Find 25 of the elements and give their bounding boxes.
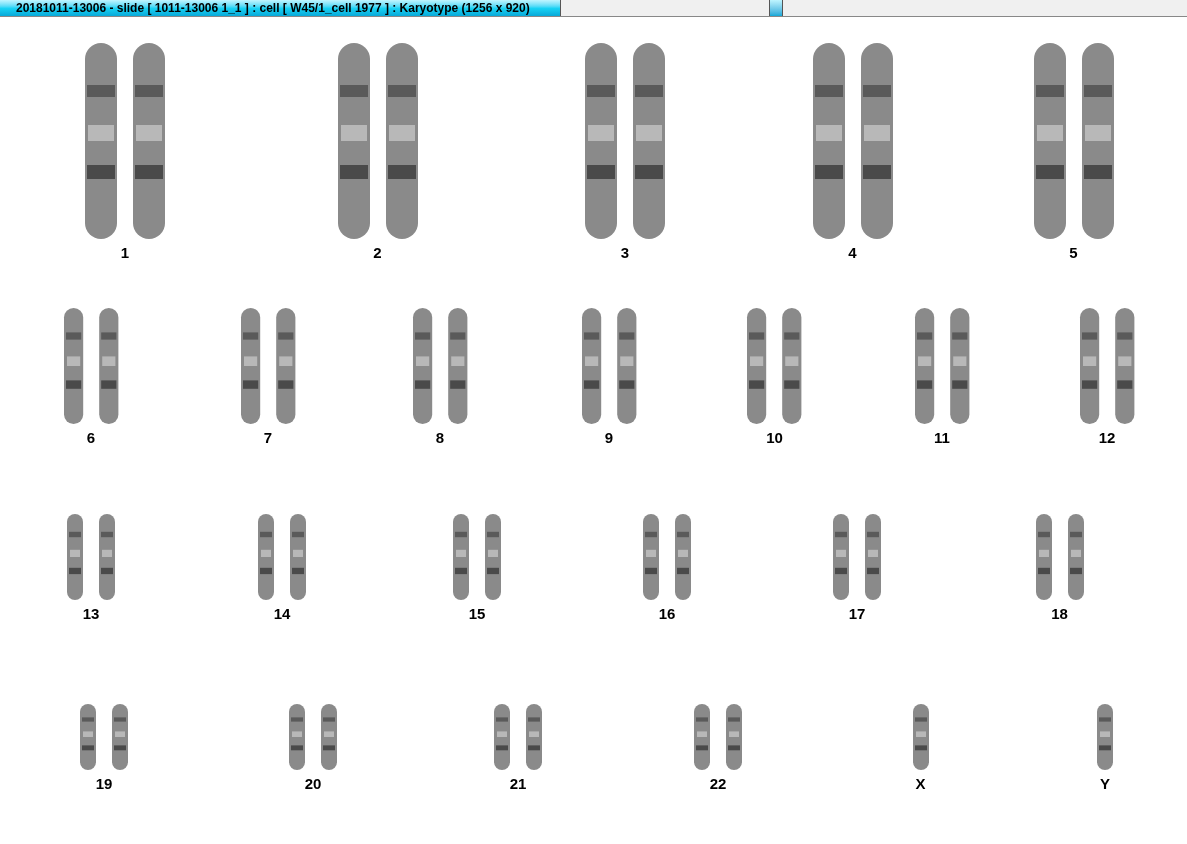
window-title[interactable]: 20181011-13006 - slide [ 1011-13006 1_1 ] : cell [ W45/1_cell 1977 ] : Karyotype (1256 x 920) (0, 0, 561, 16)
chromosome-label: 14 (273, 606, 291, 621)
chromosome-label: 20 (304, 776, 322, 791)
chromosome-label: 22 (709, 776, 727, 791)
chromosome-label: 5 (1069, 245, 1078, 260)
chromosome-label: 21 (509, 776, 527, 791)
chromosome-label: 7 (263, 430, 273, 445)
chromosome-label: Y (1100, 776, 1110, 791)
chromosome-label: 3 (620, 245, 630, 260)
chromosome-label: 15 (468, 606, 486, 621)
chromosome-label: 8 (435, 430, 445, 445)
chromosome-label: 9 (604, 430, 614, 445)
chromosome-label: 6 (86, 430, 96, 445)
chromosome-label: 1 (120, 245, 130, 260)
chromosome-label: 12 (1098, 430, 1116, 445)
chromosome-label: 16 (658, 606, 676, 621)
chromosome-label: 19 (95, 776, 113, 791)
chromosome-label: X (915, 776, 926, 791)
chromosome-label: 4 (848, 245, 857, 260)
chromosome-label: 17 (848, 606, 866, 621)
chromosome-label: 18 (1051, 606, 1068, 621)
chromosome-label: 11 (934, 430, 950, 445)
chromosome-label: 13 (82, 606, 100, 621)
chromosome-label: 10 (766, 430, 783, 445)
chromosome-label: 2 (373, 245, 382, 260)
